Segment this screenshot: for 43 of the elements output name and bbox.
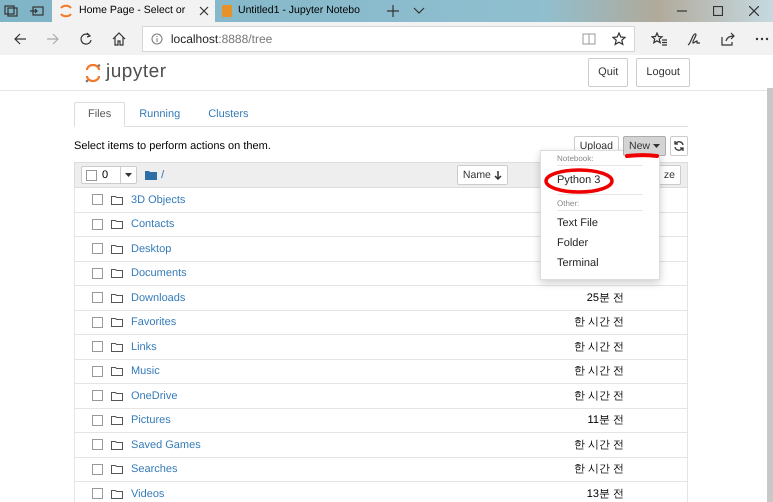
modified-time: 한 시간 전 — [574, 340, 624, 354]
folder-link[interactable]: Documents — [131, 265, 187, 282]
browser-tab[interactable]: Untitled1 - Jupyter Notebo — [215, 0, 378, 22]
folder-link[interactable]: Contacts — [131, 216, 174, 232]
header-button[interactable]: Quit — [588, 58, 628, 87]
address-bar[interactable]: localhost:8888/tree — [142, 26, 635, 52]
new-dropdown-button[interactable]: New — [622, 136, 666, 156]
modified-time: 한 시간 전 — [574, 438, 624, 452]
folder-link[interactable]: OneDrive — [131, 388, 178, 404]
folder-link[interactable]: Pictures — [131, 412, 171, 428]
header-button[interactable]: Logout — [636, 58, 690, 87]
menu-item[interactable]: Text File — [541, 213, 659, 233]
browser-tab[interactable]: Home Page - Select or — [52, 0, 215, 22]
tab[interactable]: Clusters — [194, 102, 263, 126]
modified-time: 한 시간 전 — [574, 315, 624, 330]
tab[interactable]: Files — [74, 102, 126, 127]
folder-link[interactable]: 3D Objects — [131, 192, 186, 208]
folder-link[interactable]: Saved Games — [131, 436, 201, 453]
folder-link[interactable]: Searches — [131, 461, 178, 478]
menu-header: Other: — [557, 198, 580, 210]
menu-header: Notebook: — [557, 153, 594, 165]
logo-text: jupyter — [106, 60, 167, 84]
folder-link[interactable]: Downloads — [131, 290, 186, 306]
modified-time: 한 시간 전 — [574, 364, 624, 379]
modified-time: 25분 전 — [586, 290, 624, 306]
folder-link[interactable]: Favorites — [131, 314, 176, 330]
menu-item[interactable]: Python 3 — [541, 168, 659, 192]
tab[interactable]: Running — [125, 102, 194, 126]
menu-item[interactable]: Terminal — [541, 253, 659, 273]
menu-item[interactable]: Folder — [541, 233, 659, 253]
modified-time: 한 시간 전 — [574, 462, 624, 477]
folder-link[interactable]: Links — [131, 338, 157, 355]
instruction-text: Select items to perform actions on them. — [74, 138, 271, 154]
path-link[interactable]: / — [161, 166, 164, 184]
folder-link[interactable]: Desktop — [131, 240, 172, 257]
modified-time: 11분 전 — [588, 413, 624, 428]
select-all-control[interactable]: 0 — [81, 166, 138, 184]
folder-link[interactable]: Music — [131, 363, 160, 380]
modified-time: 한 시간 전 — [574, 388, 624, 404]
column-sort-button[interactable]: Name — [456, 165, 508, 185]
folder-link[interactable]: Videos — [131, 486, 164, 502]
modified-time: 13분 전 — [586, 486, 624, 502]
url-text: localhost:8888/tree — [170, 30, 272, 48]
